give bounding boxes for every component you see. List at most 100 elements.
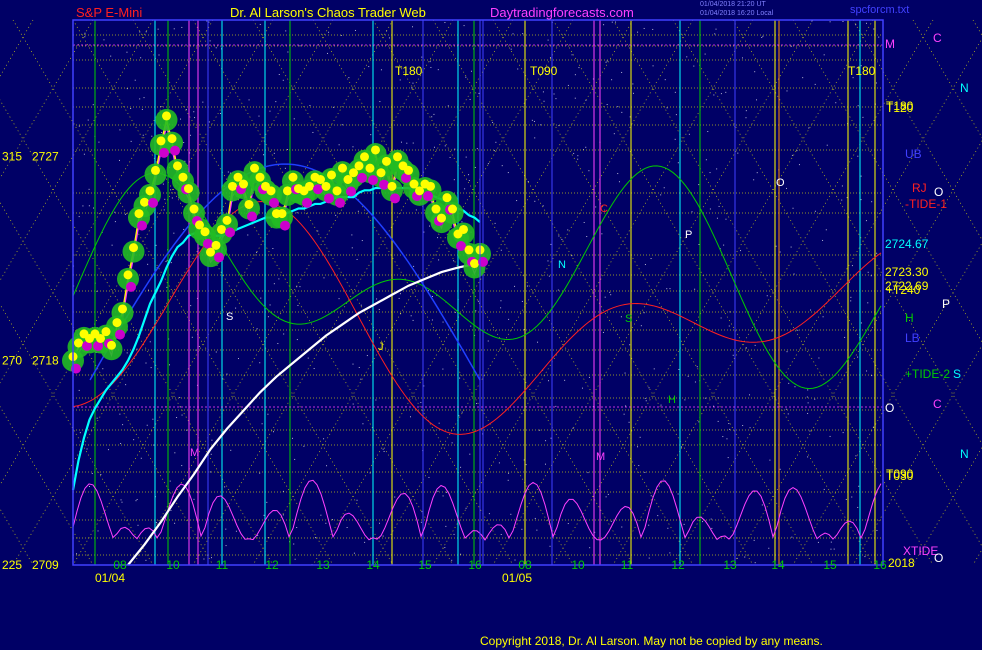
diagonal-line <box>192 19 514 566</box>
grid-dot <box>453 260 455 262</box>
low-marker <box>357 172 367 183</box>
grid-dot <box>857 105 859 107</box>
top-cycle-label: T180 <box>395 64 423 78</box>
grid-dot <box>215 351 217 353</box>
grid-dot <box>150 367 152 369</box>
grid-dot <box>415 209 417 211</box>
grid-dot <box>313 368 315 370</box>
grid-dot <box>867 302 869 304</box>
grid-dot <box>808 127 810 129</box>
grid-dot <box>710 518 712 520</box>
grid-dot <box>323 438 325 440</box>
low-marker <box>247 211 257 222</box>
grid-dot <box>785 187 787 189</box>
grid-dot <box>860 175 862 177</box>
price-series <box>62 108 491 374</box>
grid-dot <box>792 207 794 209</box>
high-marker <box>437 213 446 223</box>
grid-dot <box>723 244 725 246</box>
grid-dot <box>727 457 729 459</box>
grid-dot <box>725 218 727 220</box>
grid-dot <box>829 435 831 437</box>
grid-dot <box>162 183 164 185</box>
grid-dot <box>297 304 299 306</box>
high-marker <box>288 172 298 182</box>
top-cycle-label: T180 <box>848 64 876 78</box>
grid-dot <box>191 336 193 338</box>
grid-dot <box>643 27 645 29</box>
low-marker <box>346 186 356 197</box>
x-hour-tick: 10 <box>571 558 585 572</box>
grid-dot <box>866 22 867 24</box>
grid-dot <box>258 115 260 117</box>
grid-dot <box>353 552 355 554</box>
grid-dot <box>779 468 781 470</box>
grid-dot <box>632 83 634 85</box>
grid-dot <box>615 21 617 23</box>
right-series-label: H <box>905 311 914 325</box>
grid-dot <box>98 141 100 143</box>
grid-dot <box>124 213 126 215</box>
grid-dot <box>256 251 258 253</box>
price-line <box>72 119 481 361</box>
grid-dot <box>406 142 408 144</box>
curve-point-label: H <box>668 394 676 406</box>
grid-dot <box>606 60 608 62</box>
grid-dot <box>711 527 713 529</box>
grid-dot <box>871 201 873 203</box>
grid-dot <box>500 249 502 251</box>
grid-dot <box>445 525 447 527</box>
grid-dot <box>841 199 843 201</box>
year-label: 2018 <box>888 556 915 570</box>
low-marker <box>126 281 136 292</box>
right-series-label: RJ <box>912 181 927 195</box>
grid-dot <box>492 121 494 123</box>
grid-dot <box>327 52 329 54</box>
grid-dot <box>613 133 615 135</box>
grid-dot <box>807 402 809 404</box>
x-hour-tick: 13 <box>723 558 737 572</box>
grid-dot <box>282 514 284 516</box>
grid-dot <box>303 445 305 447</box>
grid-dot <box>534 137 536 139</box>
grid-dot <box>761 504 763 506</box>
high-marker <box>266 186 276 196</box>
grid-dot <box>534 200 536 202</box>
grid-dot <box>589 547 591 549</box>
grid-dot <box>335 214 337 216</box>
grid-dot <box>791 536 793 538</box>
grid-dot <box>225 528 227 530</box>
grid-dot <box>209 471 211 473</box>
high-marker <box>123 270 133 280</box>
grid-dot <box>409 416 411 418</box>
grid-dot <box>323 277 325 279</box>
right-series-label: LB <box>905 331 920 345</box>
high-marker <box>173 161 182 171</box>
grid-dot <box>637 446 639 448</box>
grid-dot <box>394 496 396 498</box>
grid-dot <box>449 156 451 158</box>
site-url[interactable]: Daytradingforecasts.com <box>490 5 634 20</box>
high-marker <box>162 111 171 121</box>
high-marker <box>404 165 413 175</box>
grid-dot <box>312 131 314 133</box>
diagonal-line <box>732 140 982 566</box>
grid-dot <box>610 520 612 522</box>
grid-dot <box>855 455 857 457</box>
grid-dot <box>120 442 122 444</box>
grid-dot <box>147 263 149 265</box>
grid-dot <box>516 200 518 202</box>
grid-dot <box>716 217 718 219</box>
grid-dot <box>545 440 547 442</box>
grid-dot <box>588 376 590 378</box>
xtide-oscillator-curve <box>72 479 882 541</box>
low-marker <box>324 193 334 204</box>
grid-dot <box>517 68 519 70</box>
grid-dot <box>259 362 261 364</box>
grid-dot <box>814 210 816 212</box>
grid-dot <box>351 234 353 236</box>
grid-dot <box>141 108 143 110</box>
grid-dot <box>720 93 722 95</box>
high-marker <box>178 172 188 182</box>
grid-dot <box>851 496 853 498</box>
